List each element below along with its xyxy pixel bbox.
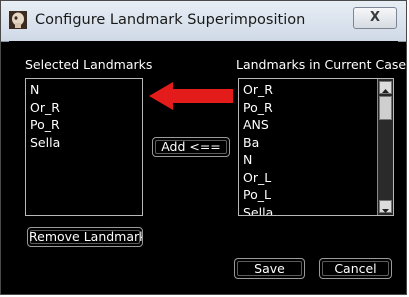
selected-landmarks-list[interactable]: N Or_R Po_R Sella xyxy=(25,78,143,216)
landmark-app-icon xyxy=(9,11,27,29)
title-bar[interactable]: Configure Landmark Superimposition X xyxy=(1,1,406,42)
window-title: Configure Landmark Superimposition xyxy=(35,12,306,28)
scroll-down-button[interactable] xyxy=(379,200,392,213)
selected-landmarks-label: Selected Landmarks xyxy=(25,57,153,72)
save-button[interactable]: Save xyxy=(234,258,305,279)
list-item[interactable]: Po_R xyxy=(26,116,142,134)
list-item[interactable]: N xyxy=(239,151,377,169)
dialog-body: Selected Landmarks Landmarks in Current … xyxy=(9,41,406,288)
close-icon: X xyxy=(369,10,381,25)
current-landmarks-list[interactable]: Or_R Po_R ANS Ba N Or_L Po_L Sella xyxy=(238,78,394,216)
close-button[interactable]: X xyxy=(353,7,397,29)
scroll-up-button[interactable] xyxy=(379,81,392,94)
list-item[interactable]: ANS xyxy=(239,116,377,134)
list-item[interactable]: Ba xyxy=(239,134,377,152)
current-landmarks-label: Landmarks in Current Case xyxy=(236,57,407,72)
list-item[interactable]: Or_R xyxy=(26,99,142,117)
dialog-window: Configure Landmark Superimposition X Sel… xyxy=(0,0,407,295)
list-item[interactable]: Sella xyxy=(26,134,142,152)
chevron-down-icon xyxy=(382,209,389,213)
list-item[interactable]: N xyxy=(26,81,142,99)
list-item[interactable]: Sella xyxy=(239,204,377,216)
left-arrow-annotation-icon xyxy=(149,82,233,110)
list-scrollbar[interactable] xyxy=(377,79,393,215)
scroll-thumb[interactable] xyxy=(379,96,392,120)
list-item[interactable]: Po_R xyxy=(239,99,377,117)
remove-landmark-button[interactable]: Remove Landmark xyxy=(27,227,143,247)
list-item[interactable]: Or_R xyxy=(239,81,377,99)
cancel-button[interactable]: Cancel xyxy=(319,258,392,279)
add-button[interactable]: Add <== xyxy=(152,137,230,157)
list-item[interactable]: Or_L xyxy=(239,169,377,187)
list-item[interactable]: Po_L xyxy=(239,186,377,204)
